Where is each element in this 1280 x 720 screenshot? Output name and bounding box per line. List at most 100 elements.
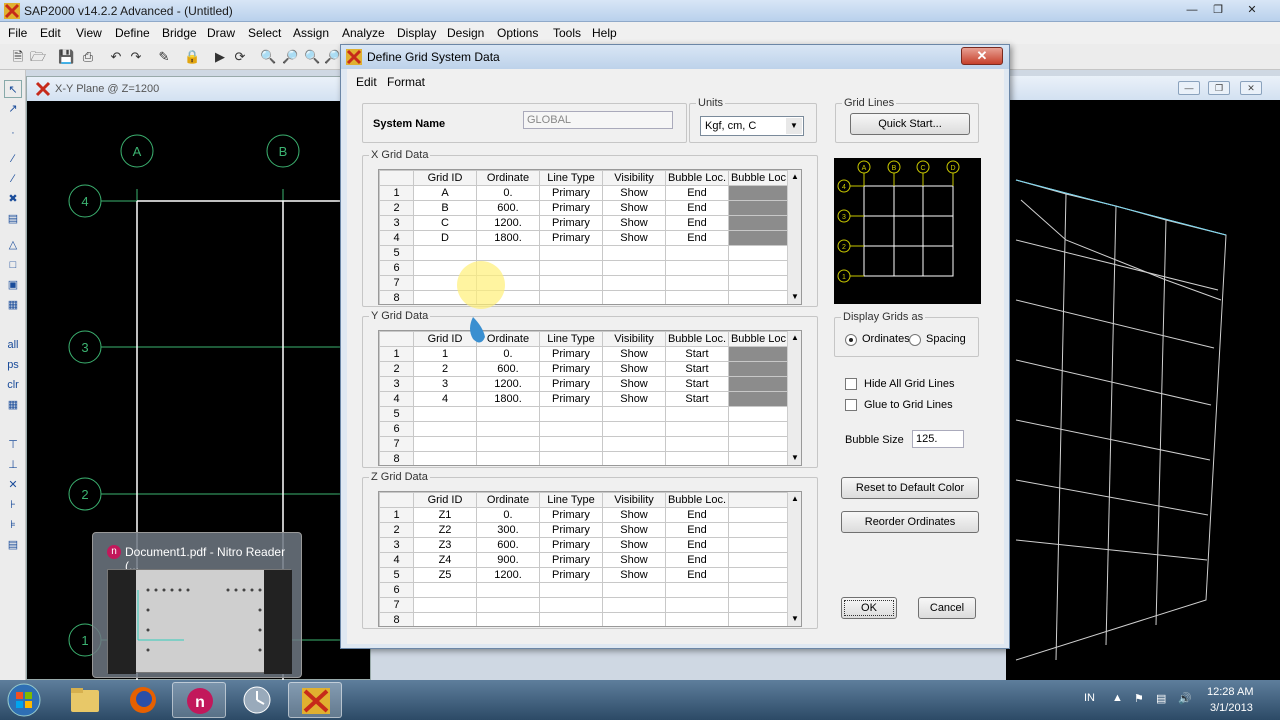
reshape-icon[interactable]: ↗ — [4, 100, 22, 118]
table-cell[interactable] — [602, 260, 666, 276]
table-row[interactable]: 8 — [379, 451, 792, 465]
table-cell[interactable]: Z1 — [413, 507, 477, 523]
table-cell[interactable] — [728, 507, 792, 523]
table-cell[interactable] — [476, 406, 540, 422]
intersect-icon[interactable]: ▦ — [4, 396, 22, 414]
table-cell[interactable] — [665, 436, 729, 452]
table-cell[interactable]: Z2 — [413, 522, 477, 538]
table-cell[interactable] — [728, 245, 792, 261]
menu-view[interactable]: View — [76, 26, 102, 40]
table-cell[interactable]: Primary — [539, 200, 603, 216]
table-cell[interactable]: Primary — [539, 346, 603, 362]
table-row[interactable]: 2 B 600. Primary Show End — [379, 200, 792, 216]
table-cell[interactable]: End — [665, 185, 729, 201]
table-cell[interactable]: 0. — [476, 507, 540, 523]
sap2000-taskbar-icon[interactable] — [288, 682, 342, 718]
section-icon[interactable]: ▤ — [4, 210, 22, 228]
table-cell[interactable]: Primary — [539, 522, 603, 538]
table-cell[interactable] — [413, 406, 477, 422]
menu-display[interactable]: Display — [397, 26, 436, 40]
table-row[interactable]: 1 A 0. Primary Show End — [379, 185, 792, 201]
table-cell[interactable]: C — [413, 215, 477, 231]
table-cell[interactable] — [539, 245, 603, 261]
table-cell[interactable]: End — [665, 215, 729, 231]
table-cell[interactable] — [413, 612, 477, 626]
table-cell[interactable] — [728, 290, 792, 304]
table-cell[interactable] — [476, 582, 540, 598]
menu-edit[interactable]: Edit — [40, 26, 61, 40]
x-grid-table[interactable]: Grid ID Ordinate Line Type Visibility Bu… — [378, 169, 802, 305]
table-cell[interactable] — [728, 436, 792, 452]
show-hidden-icons-icon[interactable]: ▲ — [1112, 692, 1123, 704]
table-cell[interactable]: Primary — [539, 552, 603, 568]
table-cell[interactable] — [665, 597, 729, 613]
table-cell[interactable]: End — [665, 537, 729, 553]
quick-start-button[interactable]: Quick Start... — [850, 113, 970, 135]
dialog-close-button[interactable]: ✕ — [961, 47, 1003, 65]
table-cell[interactable] — [665, 451, 729, 465]
table-cell[interactable] — [728, 537, 792, 553]
table-row[interactable]: 3 Z3 600. Primary Show End — [379, 537, 792, 553]
run-icon[interactable]: ▶ — [212, 49, 228, 65]
table-cell[interactable]: Primary — [539, 537, 603, 553]
table-row[interactable]: 7 — [379, 275, 792, 291]
table-cell[interactable] — [476, 612, 540, 626]
zoom-full-icon[interactable]: 🔎 — [324, 49, 340, 65]
table-cell[interactable] — [602, 612, 666, 626]
joint-icon[interactable]: · — [4, 124, 22, 142]
new-file-icon[interactable]: 🗎 — [10, 49, 26, 65]
table-row[interactable]: 8 — [379, 612, 792, 626]
undo-icon[interactable]: ↶ — [108, 49, 124, 65]
menu-design[interactable]: Design — [447, 26, 484, 40]
table-cell[interactable]: Primary — [539, 361, 603, 377]
3d-wireframe-canvas[interactable] — [1006, 100, 1280, 680]
table-cell[interactable]: Show — [602, 215, 666, 231]
select-all-icon[interactable]: all — [4, 336, 22, 354]
table-row[interactable]: 1 Z1 0. Primary Show End — [379, 507, 792, 523]
menu-assign[interactable]: Assign — [293, 26, 329, 40]
table-cell[interactable] — [728, 185, 792, 201]
table-cell[interactable]: 600. — [476, 361, 540, 377]
table-cell[interactable]: End — [665, 522, 729, 538]
table-cell[interactable] — [665, 245, 729, 261]
clock-app-taskbar-icon[interactable] — [230, 682, 284, 718]
table-cell[interactable] — [728, 346, 792, 362]
chevron-down-icon[interactable]: ▼ — [786, 118, 802, 134]
zoom-out-icon[interactable]: 🔍 — [304, 49, 320, 65]
table-cell[interactable] — [602, 406, 666, 422]
table-cell[interactable] — [728, 260, 792, 276]
save-icon[interactable]: 💾 — [58, 49, 74, 65]
hide-all-grid-lines-checkbox[interactable] — [845, 378, 857, 390]
table-cell[interactable]: Primary — [539, 567, 603, 583]
table-cell[interactable]: B — [413, 200, 477, 216]
table-row[interactable]: 7 — [379, 597, 792, 613]
start-button-icon[interactable] — [4, 682, 44, 718]
table-row[interactable]: 1 1 0. Primary Show Start — [379, 346, 792, 362]
menu-tools[interactable]: Tools — [553, 26, 581, 40]
table-cell[interactable]: Start — [665, 376, 729, 392]
menu-define[interactable]: Define — [115, 26, 150, 40]
table-cell[interactable]: 1200. — [476, 376, 540, 392]
table-cell[interactable] — [539, 582, 603, 598]
network-icon[interactable]: ▤ — [1156, 692, 1166, 705]
rect-area-icon[interactable]: □ — [4, 256, 22, 274]
table-cell[interactable] — [602, 436, 666, 452]
table-cell[interactable] — [728, 275, 792, 291]
zoom-in-icon[interactable]: 🔎 — [282, 49, 298, 65]
pencil-icon[interactable]: ✎ — [156, 49, 172, 65]
table-cell[interactable]: 900. — [476, 552, 540, 568]
reorder-ordinates-button[interactable]: Reorder Ordinates — [841, 511, 979, 533]
table-cell[interactable] — [728, 612, 792, 626]
table-cell[interactable]: Show — [602, 567, 666, 583]
z-grid-scrollbar[interactable]: ▲ ▼ — [787, 492, 801, 626]
y-grid-table[interactable]: Grid ID Ordinate Line Type Visibility Bu… — [378, 330, 802, 466]
table-cell[interactable] — [413, 421, 477, 437]
close-icon[interactable]: ✕ — [1240, 81, 1262, 95]
table-row[interactable]: 6 — [379, 582, 792, 598]
table-cell[interactable]: Z3 — [413, 537, 477, 553]
table-cell[interactable] — [539, 275, 603, 291]
table-cell[interactable] — [602, 421, 666, 437]
table-cell[interactable] — [602, 290, 666, 304]
table-cell[interactable]: Show — [602, 552, 666, 568]
table-cell[interactable]: 2 — [413, 361, 477, 377]
